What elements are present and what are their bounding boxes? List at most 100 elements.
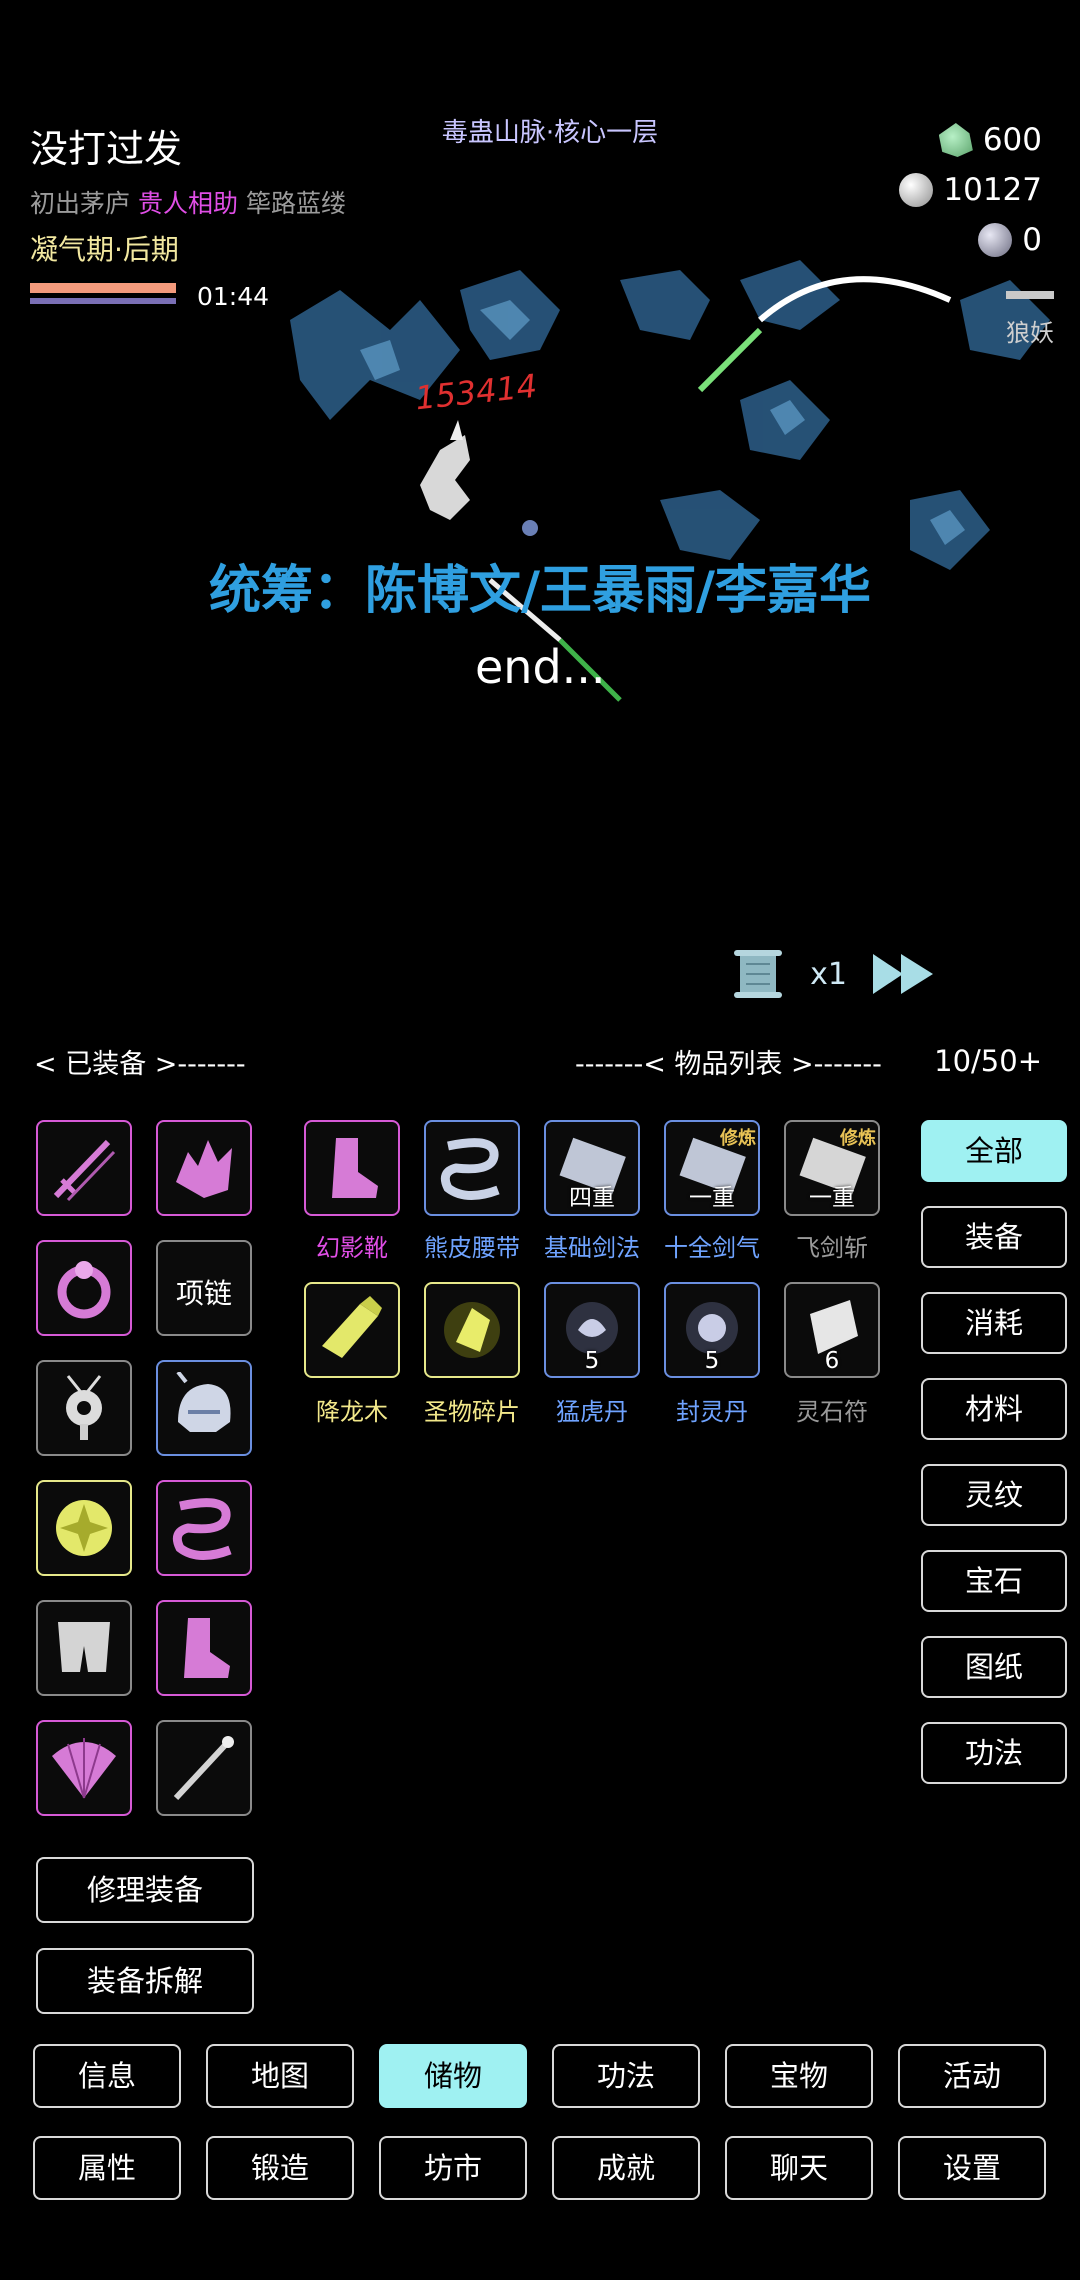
- item-count-badge: 5: [704, 1348, 720, 1374]
- currency-spirit-stone: 0: [978, 222, 1042, 258]
- equip-slot-amulet[interactable]: [36, 1360, 132, 1456]
- item-name: 基础剑法: [544, 1234, 640, 1262]
- nav-settings[interactable]: 设置: [898, 2136, 1046, 2200]
- item-count-badge: 6: [824, 1348, 840, 1374]
- equip-slot-ring[interactable]: [36, 1240, 132, 1336]
- filter-gems[interactable]: 宝石: [921, 1550, 1067, 1612]
- nav-treasures[interactable]: 宝物: [725, 2044, 873, 2108]
- silver-amount: 10127: [943, 172, 1042, 208]
- tag-2: 贵人相助: [137, 189, 238, 218]
- fast-forward-icon[interactable]: [871, 952, 935, 996]
- equip-slot-sword[interactable]: [36, 1120, 132, 1216]
- nav-storage[interactable]: 储物: [379, 2044, 527, 2108]
- item-name: 幻影靴: [316, 1234, 388, 1262]
- equip-slot-belt[interactable]: [156, 1480, 252, 1576]
- tag-1: 初出茅庐: [30, 189, 131, 218]
- item-level-badge: 四重: [569, 1185, 615, 1211]
- item-name: 飞剑斩: [796, 1234, 868, 1262]
- currency-silver: 10127: [899, 172, 1042, 208]
- nav-achievements[interactable]: 成就: [552, 2136, 700, 2200]
- boots-icon: [184, 1618, 230, 1678]
- equip-slot-leggings[interactable]: [36, 1600, 132, 1696]
- filter-spirit-runes[interactable]: 灵纹: [921, 1464, 1067, 1526]
- item-name: 圣物碎片: [424, 1398, 520, 1426]
- filter-techniques[interactable]: 功法: [921, 1722, 1067, 1784]
- nav-map[interactable]: 地图: [206, 2044, 354, 2108]
- item-name: 十全剑气: [664, 1234, 760, 1262]
- filter-materials[interactable]: 材料: [921, 1378, 1067, 1440]
- battle-speed-control: x1: [730, 948, 935, 1000]
- helmet-icon: [176, 1372, 231, 1432]
- jade-icon: [938, 123, 973, 157]
- equip-slot-necklace[interactable]: 项链: [156, 1240, 252, 1336]
- item-name: 灵石符: [796, 1398, 868, 1426]
- filter-blueprints[interactable]: 图纸: [921, 1636, 1067, 1698]
- item-level-badge: 一重: [689, 1185, 735, 1211]
- nav-events[interactable]: 活动: [898, 2044, 1046, 2108]
- relic-fragment-icon: [444, 1302, 500, 1358]
- nav-chat[interactable]: 聊天: [725, 2136, 873, 2200]
- nav-attributes[interactable]: 属性: [33, 2136, 181, 2200]
- fan-icon: [52, 1738, 116, 1799]
- repair-equipment-button[interactable]: 修理装备: [36, 1857, 254, 1923]
- item-name: 猛虎丹: [556, 1398, 628, 1426]
- inventory-item-9[interactable]: 5: [664, 1282, 760, 1378]
- item-name: 降龙木: [316, 1398, 388, 1426]
- nav-forge[interactable]: 锻造: [206, 2136, 354, 2200]
- equip-slot-talisman[interactable]: [36, 1480, 132, 1576]
- filter-all[interactable]: 全部: [921, 1120, 1067, 1182]
- inventory-item-4[interactable]: 修炼 一重: [664, 1120, 760, 1216]
- location-title: 毒蛊山脉·核心一层: [441, 118, 659, 148]
- bear-hide-belt-icon: [440, 1138, 500, 1200]
- inventory-item-3[interactable]: 四重: [544, 1120, 640, 1216]
- spirit-stone-amount: 0: [1022, 222, 1042, 258]
- speed-multiplier: x1: [810, 956, 847, 992]
- inventory-header: -------< 物品列表 >-------: [575, 1049, 882, 1080]
- end-text: end...: [475, 640, 606, 694]
- cultivating-ribbon: 修炼: [720, 1128, 756, 1149]
- inventory-capacity: 10/50+: [934, 1044, 1042, 1078]
- item-level-badge: 一重: [809, 1185, 855, 1211]
- item-name: 熊皮腰带: [424, 1234, 520, 1262]
- enemy-name: 狼妖: [1006, 319, 1054, 347]
- scroll-icon[interactable]: [730, 948, 786, 1000]
- dismantle-equipment-button[interactable]: 装备拆解: [36, 1948, 254, 2014]
- equip-slot-boots[interactable]: [156, 1600, 252, 1696]
- tag-3: 筚路蓝缕: [245, 189, 346, 218]
- inventory-item-5[interactable]: 修炼 一重: [784, 1120, 880, 1216]
- spiked-armor-icon: [176, 1140, 232, 1198]
- inventory-item-1[interactable]: [304, 1120, 400, 1216]
- player-tags: 初出茅庐 贵人相助 筚路蓝缕: [30, 184, 346, 220]
- inventory-item-10[interactable]: 6: [784, 1282, 880, 1378]
- spirit-stone-icon: [978, 223, 1013, 257]
- talisman-icon: [56, 1500, 112, 1556]
- enemy-health-bar: [1006, 291, 1054, 299]
- ring-icon: [57, 1261, 111, 1319]
- inventory-item-7[interactable]: [424, 1282, 520, 1378]
- inventory-item-8[interactable]: 5: [544, 1282, 640, 1378]
- currency-jade: 600: [938, 122, 1042, 158]
- nav-techniques[interactable]: 功法: [552, 2044, 700, 2108]
- dragon-wood-icon: [322, 1296, 382, 1358]
- equip-slot-fan[interactable]: [36, 1720, 132, 1816]
- credits-text: 统筹：陈博文/王暴雨/李嘉华: [209, 561, 871, 621]
- nav-info[interactable]: 信息: [33, 2044, 181, 2108]
- phantom-boots-icon: [332, 1138, 378, 1198]
- jade-amount: 600: [982, 122, 1042, 158]
- sword-icon: [53, 1139, 116, 1202]
- staff-icon: [173, 1736, 234, 1801]
- cloth-leggings-icon: [58, 1622, 110, 1672]
- amulet-icon: [66, 1375, 102, 1440]
- equip-slot-armor[interactable]: [156, 1120, 252, 1216]
- cultivating-ribbon: 修炼: [840, 1128, 876, 1149]
- nav-market[interactable]: 坊市: [379, 2136, 527, 2200]
- serpent-belt-icon: [172, 1498, 232, 1560]
- equip-slot-staff[interactable]: [156, 1720, 252, 1816]
- inventory-item-6[interactable]: [304, 1282, 400, 1378]
- inventory-item-2[interactable]: [424, 1120, 520, 1216]
- necklace-slot-label: 项链: [175, 1277, 232, 1310]
- filter-consumables[interactable]: 消耗: [921, 1292, 1067, 1354]
- item-count-badge: 5: [584, 1348, 600, 1374]
- filter-equipment[interactable]: 装备: [921, 1206, 1067, 1268]
- equip-slot-helmet[interactable]: [156, 1360, 252, 1456]
